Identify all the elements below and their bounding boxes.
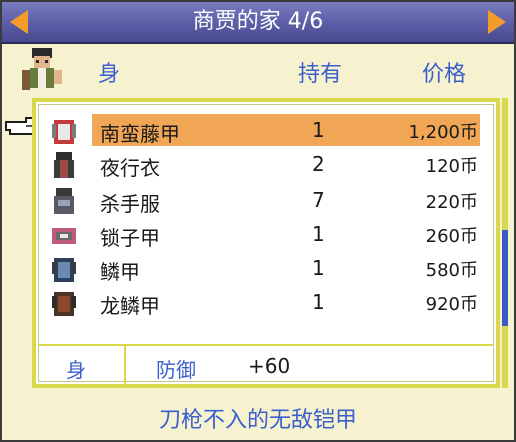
- column-header: 身 持有 价格: [2, 44, 514, 98]
- item-name: 鳞甲: [100, 260, 140, 284]
- item-qty: 1: [312, 222, 325, 246]
- item-stat-bar: 身 防御 +60: [38, 344, 494, 386]
- shop-title: 商贾的家 4/6: [192, 9, 324, 34]
- item-qty: 1: [312, 290, 325, 314]
- list-item[interactable]: 龙鳞甲 1 920币: [92, 286, 480, 318]
- armor-rattan-icon: [52, 120, 76, 144]
- column-price: 价格: [422, 62, 467, 87]
- item-qty: 7: [312, 188, 325, 212]
- armor-night-suit-icon: [54, 152, 74, 178]
- item-qty: 1: [312, 118, 325, 142]
- item-price: 920币: [425, 294, 478, 315]
- next-page-arrow-icon[interactable]: [488, 10, 506, 34]
- item-price: 1,200币: [408, 122, 478, 143]
- item-qty: 2: [312, 152, 325, 176]
- list-item[interactable]: 杀手服 7 220币: [92, 184, 480, 216]
- item-name: 夜行衣: [100, 156, 160, 180]
- column-owned: 持有: [298, 62, 343, 87]
- item-name: 锁子甲: [100, 226, 160, 250]
- armor-chainmail-icon: [52, 228, 76, 244]
- stat-value: +60: [248, 354, 291, 378]
- list-item[interactable]: 南蛮藤甲 1 1,200币: [92, 114, 480, 146]
- item-description-bar: 刀枪不入的无敌铠甲: [2, 390, 514, 440]
- stat-name: 防御: [156, 358, 196, 382]
- item-price: 120币: [425, 156, 478, 177]
- item-price: 580币: [425, 260, 478, 281]
- item-description: 刀枪不入的无敌铠甲: [158, 408, 357, 433]
- armor-dragon-scale-icon: [52, 292, 76, 316]
- item-list-panel: 南蛮藤甲 1 1,200币 夜行衣 2 120币 杀手服 7 220币 锁子甲 …: [32, 98, 500, 388]
- column-slot: 身: [98, 62, 121, 87]
- list-item[interactable]: 夜行衣 2 120币: [92, 148, 480, 180]
- stat-slot: 身: [66, 358, 86, 382]
- list-item[interactable]: 锁子甲 1 260币: [92, 218, 480, 250]
- merchant-portrait-icon: [22, 48, 62, 90]
- item-name: 龙鳞甲: [100, 294, 160, 318]
- list-item[interactable]: 鳞甲 1 580币: [92, 252, 480, 284]
- item-qty: 1: [312, 256, 325, 280]
- armor-scale-icon: [52, 258, 76, 282]
- scrollbar-thumb[interactable]: [502, 230, 508, 326]
- armor-assassin-suit-icon: [54, 188, 74, 214]
- shop-window: 商贾的家 4/6 身 持有 价格 南蛮藤甲 1 1,200币 夜行衣 2 120…: [0, 0, 516, 442]
- stat-divider: [124, 346, 126, 386]
- item-price: 220币: [425, 192, 478, 213]
- item-name: 南蛮藤甲: [100, 122, 180, 146]
- shop-header: 商贾的家 4/6: [2, 2, 514, 44]
- item-name: 杀手服: [100, 192, 160, 216]
- item-price: 260币: [425, 226, 478, 247]
